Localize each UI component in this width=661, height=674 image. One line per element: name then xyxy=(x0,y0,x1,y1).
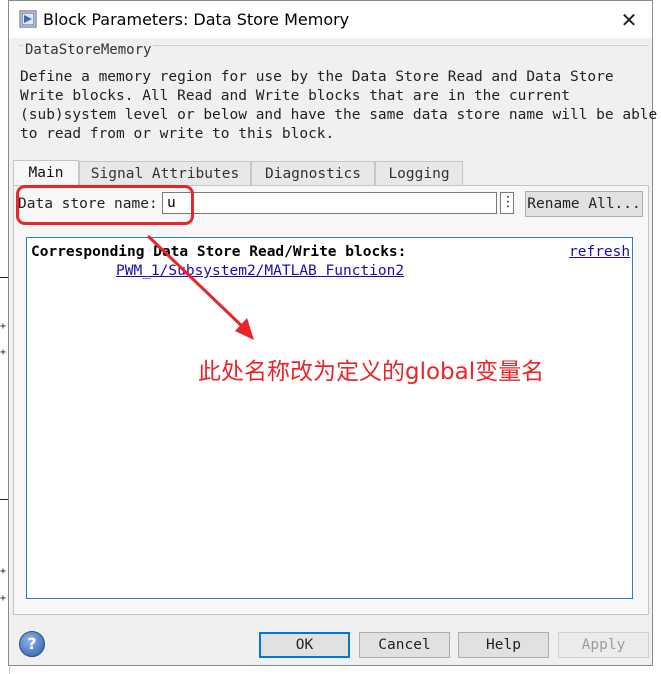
rename-all-button[interactable]: Rename All... xyxy=(525,191,643,217)
tab-diagnostics[interactable]: Diagnostics xyxy=(251,161,375,185)
more-options-icon[interactable]: ⋮ xyxy=(500,192,515,214)
simulink-block-icon xyxy=(19,10,37,28)
annotation-text: 此处名称改为定义的global变量名 xyxy=(198,359,545,385)
title-bar[interactable]: Block Parameters: Data Store Memory ✕ xyxy=(9,1,652,38)
block-parameters-dialog: Block Parameters: Data Store Memory ✕ Da… xyxy=(8,0,658,666)
block-description: Define a memory region for use by the Da… xyxy=(20,69,658,142)
block-type-label: DataStoreMemory xyxy=(23,42,154,58)
corresponding-blocks-panel xyxy=(26,237,633,599)
refresh-link[interactable]: refresh xyxy=(569,244,630,260)
cancel-button[interactable]: Cancel xyxy=(359,632,450,658)
window-title: Block Parameters: Data Store Memory xyxy=(43,10,350,29)
background-plus-icon: + xyxy=(0,321,7,332)
help-button[interactable]: Help xyxy=(458,632,549,658)
corresponding-blocks-heading: Corresponding Data Store Read/Write bloc… xyxy=(31,244,407,260)
help-icon[interactable]: ? xyxy=(19,631,45,657)
tab-logging[interactable]: Logging xyxy=(375,161,463,185)
tab-signal-attributes[interactable]: Signal Attributes xyxy=(79,161,251,185)
data-store-name-label: Data store name: xyxy=(18,196,158,212)
ok-button[interactable]: OK xyxy=(259,632,350,658)
block-reference-link[interactable]: PWM_1/Subsystem2/MATLAB Function2 xyxy=(116,263,404,279)
close-icon[interactable]: ✕ xyxy=(614,7,644,33)
background-plus-icon: + xyxy=(0,347,7,358)
tab-main[interactable]: Main xyxy=(13,160,79,186)
data-store-name-input[interactable]: u xyxy=(162,192,497,214)
apply-button[interactable]: Apply xyxy=(558,632,649,658)
background-plus-icon: + xyxy=(0,566,7,577)
background-plus-icon: + xyxy=(0,593,7,604)
